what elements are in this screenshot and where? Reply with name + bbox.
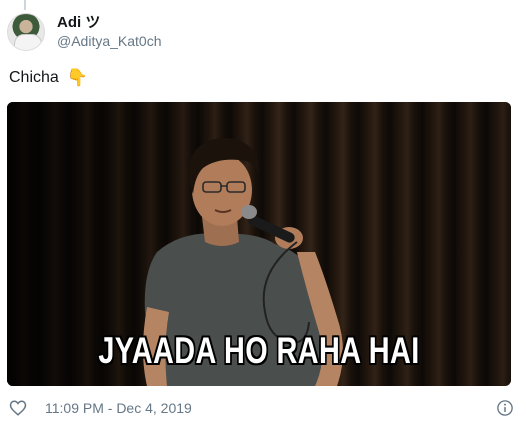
meme-caption: JYAADA HO RAHA HAI bbox=[98, 330, 420, 371]
tweet-timestamp[interactable]: 11:09 PM - Dec 4, 2019 bbox=[45, 400, 192, 416]
tweet-footer: 11:09 PM - Dec 4, 2019 bbox=[9, 397, 514, 419]
avatar[interactable] bbox=[7, 13, 45, 51]
avatar-shirt bbox=[14, 34, 42, 50]
tweet-body: Chicha bbox=[9, 69, 59, 86]
display-name[interactable]: Adi ツ bbox=[57, 14, 162, 32]
tweet-text: Chicha 👇 bbox=[9, 68, 88, 88]
pointing-down-icon: 👇 bbox=[66, 68, 88, 87]
tweet-media-image[interactable]: JYAADA HO RAHA HAI bbox=[7, 102, 511, 386]
user-handle[interactable]: @Aditya_Kat0ch bbox=[57, 33, 162, 50]
heart-icon[interactable] bbox=[9, 399, 27, 417]
tweet-header: Adi ツ @Aditya_Kat0ch bbox=[7, 11, 162, 53]
info-icon[interactable] bbox=[496, 399, 514, 417]
thread-connector-line bbox=[24, 0, 26, 10]
user-names: Adi ツ @Aditya_Kat0ch bbox=[57, 14, 162, 50]
